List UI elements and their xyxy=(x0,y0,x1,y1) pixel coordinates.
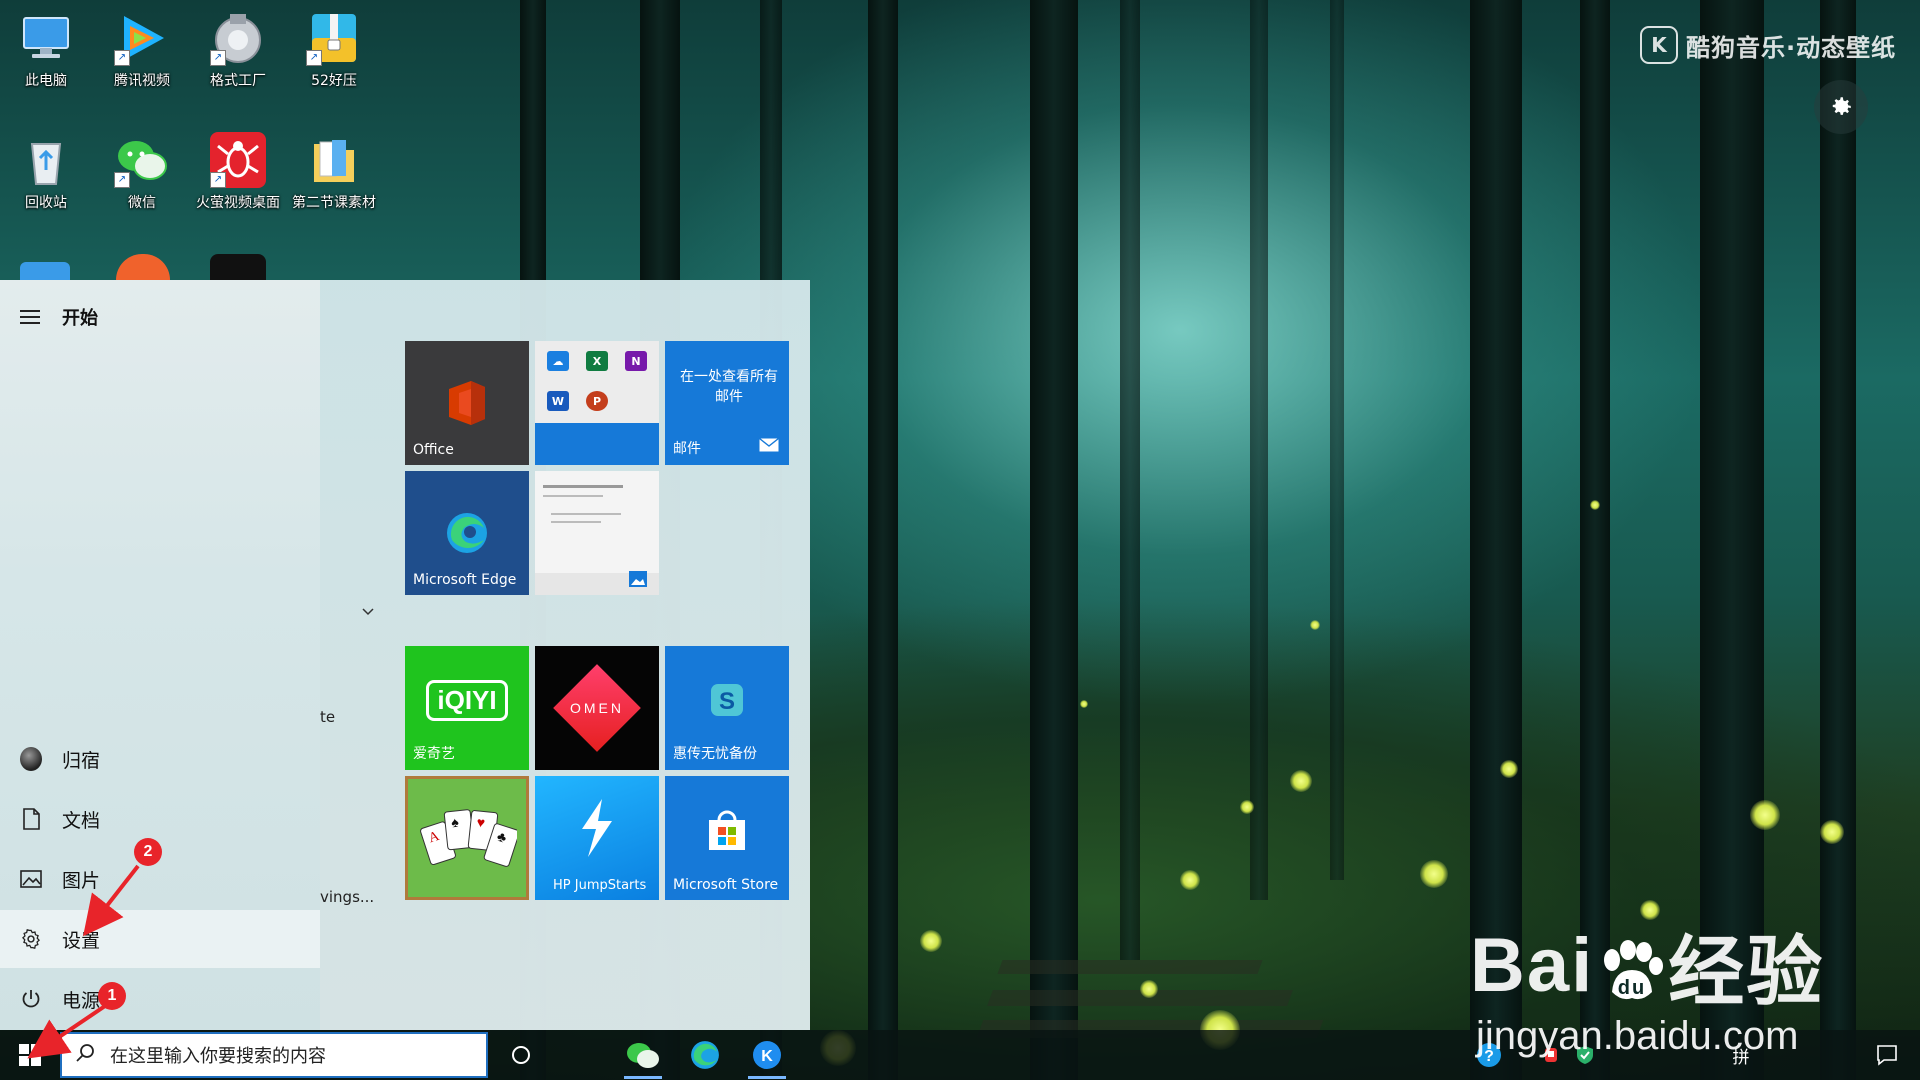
windows-logo-icon xyxy=(19,1044,41,1066)
desktop-icon-wechat[interactable]: ↗ 微信 xyxy=(98,126,186,236)
start-menu-nav-pane: 开始 归宿 文档 图片 设置 电源 xyxy=(0,280,320,1030)
chevron-down-icon[interactable] xyxy=(362,604,374,620)
wallpaper-settings-button[interactable] xyxy=(1814,80,1868,134)
start-nav-settings[interactable]: 设置 xyxy=(0,910,320,968)
excel-icon: X xyxy=(586,351,608,371)
start-menu-title: 开始 xyxy=(62,308,98,329)
start-button[interactable] xyxy=(0,1030,60,1080)
gear-icon xyxy=(1832,97,1851,115)
tile-iqiyi[interactable]: iQIYI 爱奇艺 xyxy=(405,646,529,770)
format-factory-icon: ↗ xyxy=(210,10,266,66)
baidu-jingyan-watermark: Bai du 经验 jingyan.baidu.com xyxy=(1470,922,1825,1059)
omen-logo-icon: OMEN xyxy=(535,646,659,770)
edge-icon xyxy=(691,1041,719,1069)
kugou-brand-text: 酷狗音乐·动态壁纸 xyxy=(1686,33,1897,62)
tile-mail[interactable]: 在一处查看所有邮件 邮件 xyxy=(665,341,789,465)
taskbar-edge[interactable] xyxy=(682,1035,728,1075)
svg-text:♥: ♥ xyxy=(476,816,486,832)
start-nav-power[interactable]: 电源 xyxy=(0,970,320,1028)
tile-office-apps-folder[interactable]: ☁ X N W P xyxy=(535,341,659,465)
firefly-video-icon: ↗ xyxy=(210,132,266,188)
desktop-icon-this-pc[interactable]: 此电脑 xyxy=(2,4,90,114)
desktop-icon-recycle-bin[interactable]: 回收站 xyxy=(2,126,90,236)
store-bag-icon xyxy=(665,776,789,892)
jumpstarts-icon xyxy=(535,776,659,890)
task-view-button[interactable] xyxy=(498,1035,544,1075)
document-icon xyxy=(20,808,42,830)
folder-icon xyxy=(306,132,362,188)
start-nav-documents[interactable]: 文档 xyxy=(0,790,320,848)
desktop-icon-format-factory[interactable]: ↗ 格式工厂 xyxy=(194,4,282,114)
svg-text:S: S xyxy=(719,688,735,715)
start-nav-user[interactable]: 归宿 xyxy=(0,730,320,788)
onedrive-icon: ☁ xyxy=(547,351,569,371)
powerpoint-icon: P xyxy=(586,391,608,411)
taskbar-kugou[interactable]: K xyxy=(744,1035,790,1079)
tencent-video-icon: ↗ xyxy=(114,10,170,66)
app-list-fragment: te xyxy=(320,708,336,726)
kugou-logo-icon: K xyxy=(1640,26,1678,64)
hamburger-menu-icon[interactable] xyxy=(20,306,40,328)
tile-microsoft-store[interactable]: Microsoft Store xyxy=(665,776,789,900)
tile-microsoft-edge[interactable]: Microsoft Edge xyxy=(405,471,529,595)
cards-icon: A ♠ ♥ ♣ xyxy=(408,779,526,897)
computer-icon xyxy=(18,10,74,66)
annotation-badge-2: 2 xyxy=(134,838,162,866)
wechat-icon xyxy=(627,1043,659,1068)
kugou-icon: K xyxy=(753,1041,781,1069)
tile-office[interactable]: Office xyxy=(405,341,529,465)
notification-icon[interactable] xyxy=(1874,1042,1900,1068)
cortana-ring-icon xyxy=(512,1046,530,1064)
gear-icon xyxy=(20,928,42,950)
tile-hp-jumpstarts[interactable]: HP JumpStarts xyxy=(535,776,659,900)
desktop-icon-lesson-folder[interactable]: 第二节课素材 xyxy=(290,126,378,236)
recycle-bin-icon xyxy=(18,132,74,188)
svg-text:K: K xyxy=(761,1048,773,1065)
tile-solitaire[interactable]: A ♠ ♥ ♣ xyxy=(405,776,529,900)
kugou-wallpaper-brand: K 酷狗音乐·动态壁纸 xyxy=(1640,26,1896,64)
desktop-icon-firefly-video[interactable]: ↗ 火萤视频桌面 xyxy=(194,126,282,236)
photos-icon xyxy=(629,571,647,591)
tile-photos-preview[interactable] xyxy=(535,471,659,595)
desktop-icon-partial xyxy=(20,262,70,280)
desktop-icon-partial xyxy=(210,254,266,280)
mail-icon xyxy=(759,437,779,456)
onenote-icon: N xyxy=(625,351,647,371)
taskbar-wechat[interactable] xyxy=(620,1035,666,1079)
annotation-badge-1: 1 xyxy=(98,982,126,1010)
wechat-icon: ↗ xyxy=(114,132,170,188)
taskbar-search-box[interactable]: 在这里输入你要搜索的内容 xyxy=(60,1032,488,1078)
app-list-fragment: vings... xyxy=(320,888,375,906)
tile-backup[interactable]: S 惠传无忧备份 xyxy=(665,646,789,770)
desktop-icon-tencent-video[interactable]: ↗ 腾讯视频 xyxy=(98,4,186,114)
svg-text:du: du xyxy=(1618,977,1646,999)
baidu-paw-icon: du xyxy=(1596,935,1666,1000)
tile-omen[interactable]: OMEN xyxy=(535,646,659,770)
power-icon xyxy=(20,988,42,1010)
start-menu-header: 开始 xyxy=(20,304,98,330)
haozip-icon: ↗ xyxy=(306,10,362,66)
search-icon xyxy=(76,1043,96,1067)
picture-icon xyxy=(20,868,42,890)
avatar xyxy=(20,747,42,771)
desktop-icon-haozip[interactable]: ↗ 52好压 xyxy=(290,4,378,114)
word-icon: W xyxy=(547,391,569,411)
